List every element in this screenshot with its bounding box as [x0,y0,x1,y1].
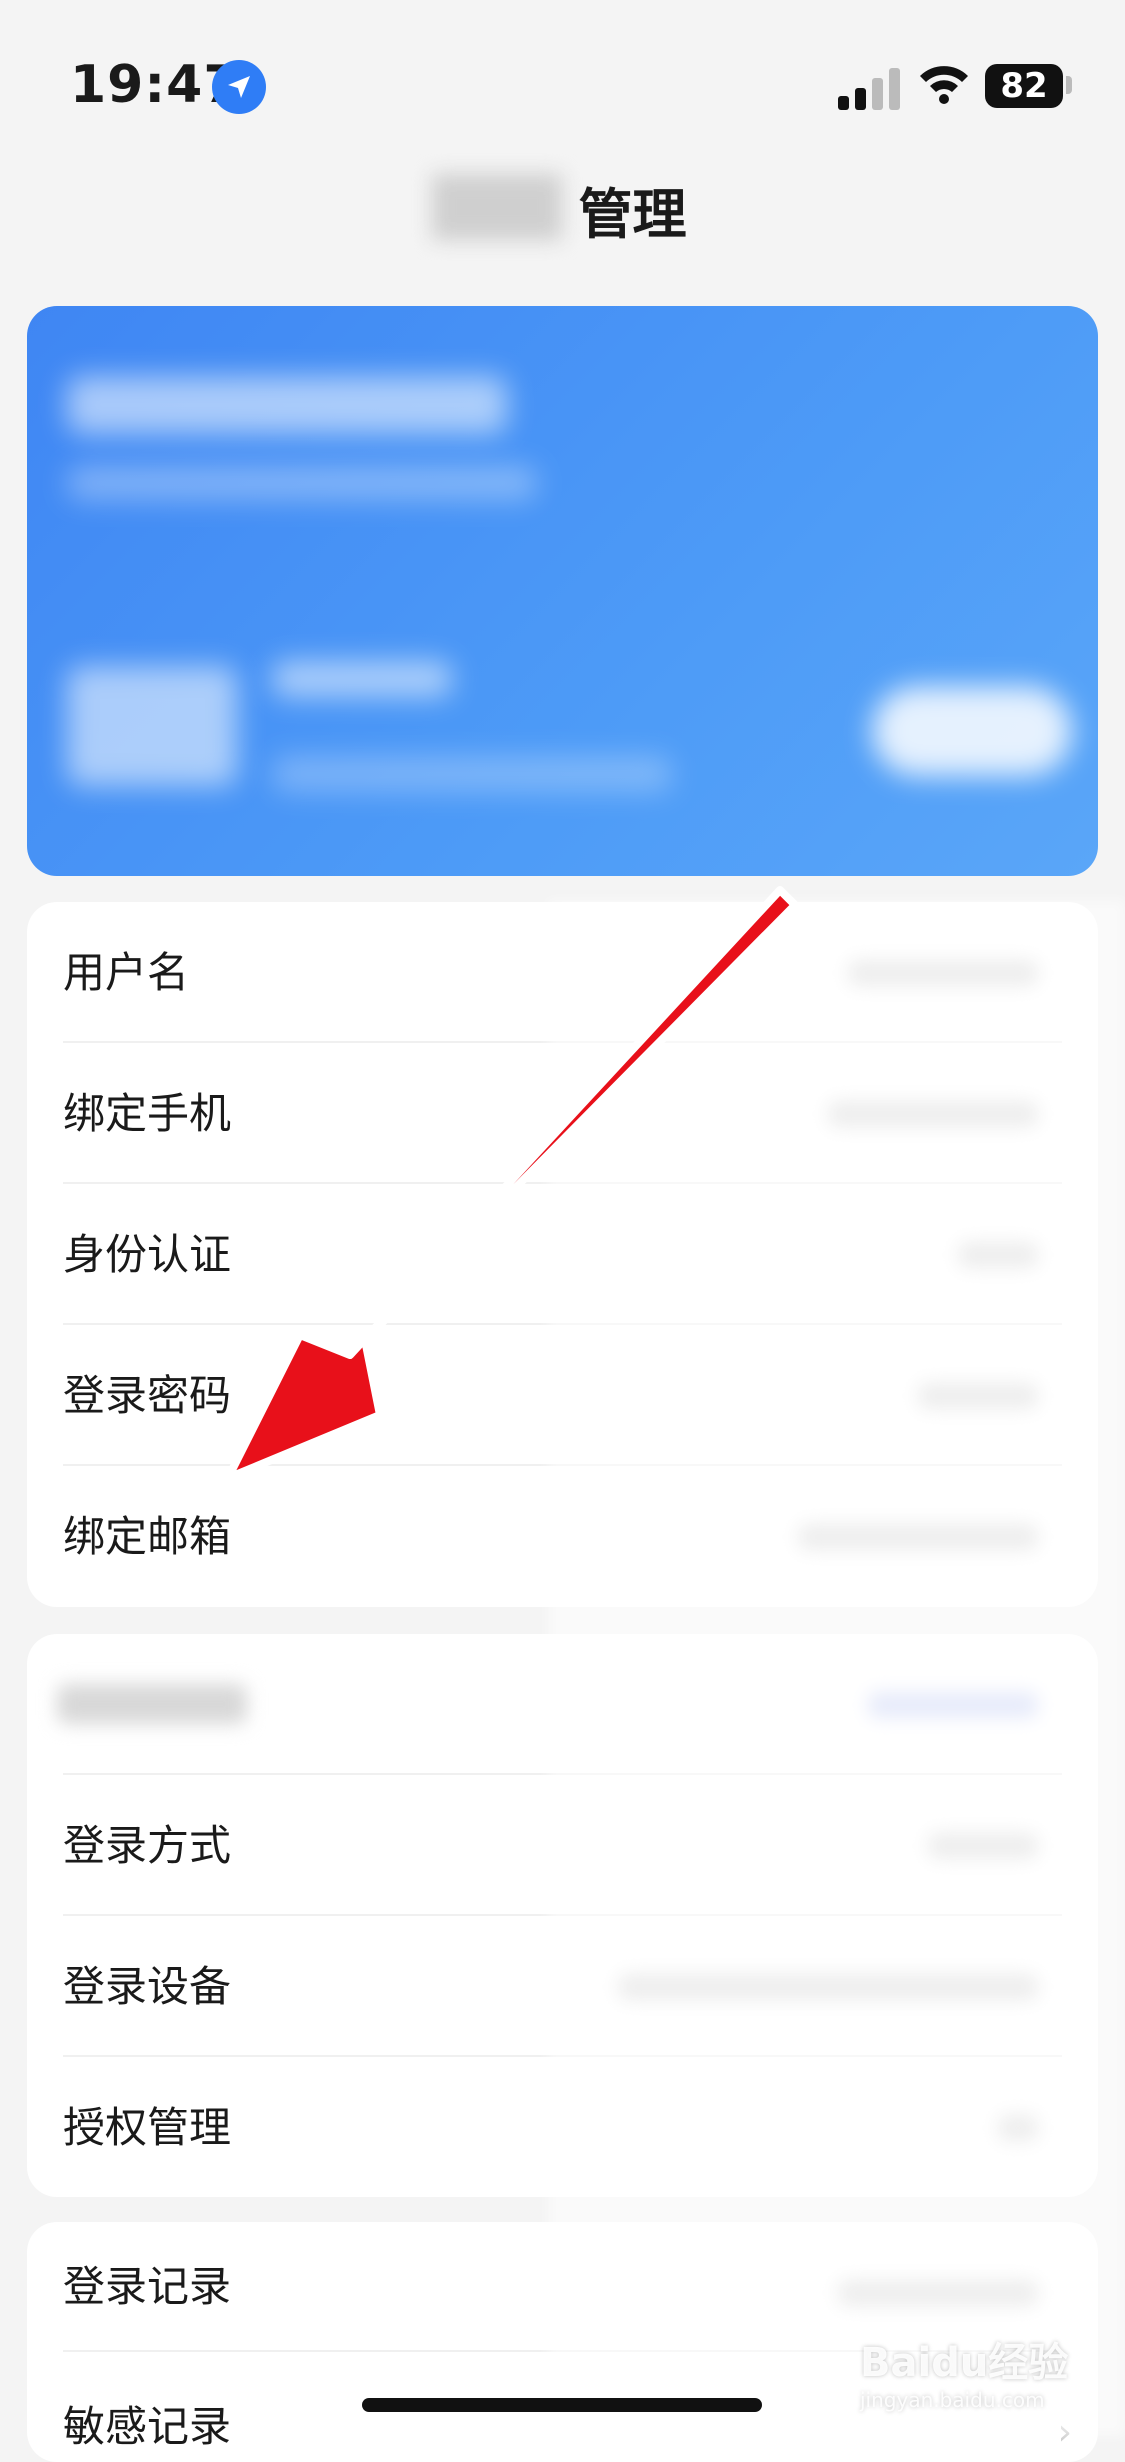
annotation-arrow [224,886,799,1482]
watermark-url: jingyan.baidu.com [860,2388,1045,2412]
baidu-jingyan-watermark: Baidu经验 jingyan.baidu.com [860,2330,1068,2412]
watermark-brand: Baidu经验 [860,2340,1069,2386]
home-indicator[interactable] [362,2398,762,2412]
